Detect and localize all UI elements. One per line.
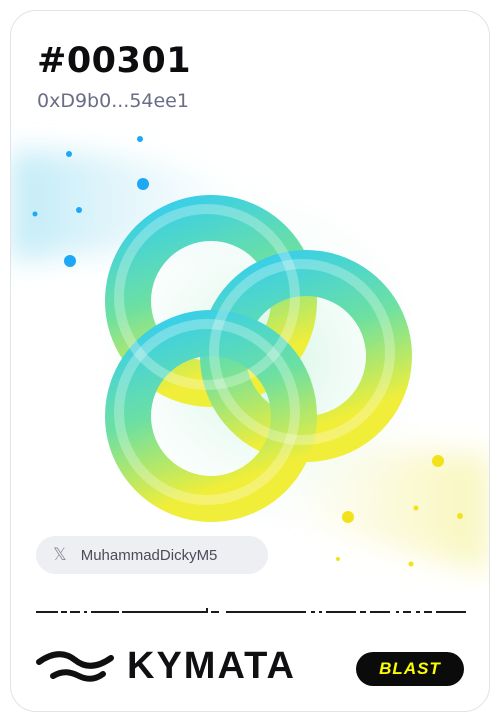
blast-badge[interactable]: BLAST xyxy=(356,652,464,686)
nft-card: #00301 0xD9b0...54ee1 𝕏 MuhammadDickyM5 xyxy=(10,10,490,712)
trefoil-knot-artwork xyxy=(11,136,489,571)
owner-handle-pill[interactable]: 𝕏 MuhammadDickyM5 xyxy=(36,536,268,574)
barcode-divider xyxy=(36,608,466,613)
token-id: #00301 xyxy=(37,41,192,81)
brand-name: KYMATA xyxy=(127,645,296,687)
owner-handle: MuhammadDickyM5 xyxy=(80,546,218,564)
x-logo-icon: 𝕏 xyxy=(53,545,67,565)
kymata-wave-icon xyxy=(36,651,114,682)
wallet-address: 0xD9b0...54ee1 xyxy=(37,90,189,112)
blast-label: BLAST xyxy=(379,659,441,678)
